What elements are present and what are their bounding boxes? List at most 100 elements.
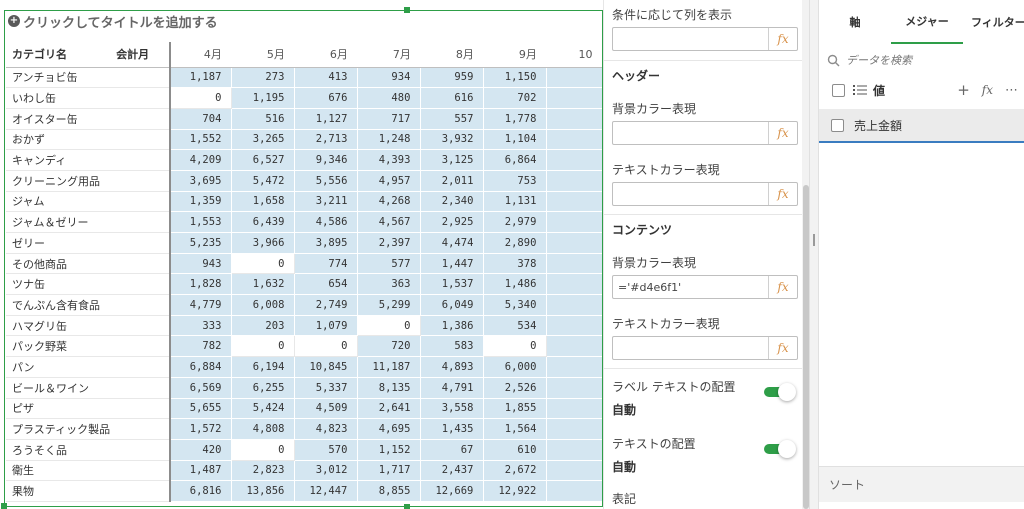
value-cell: 8,855 <box>357 480 422 502</box>
content-bg-color-field[interactable]: fx <box>612 275 798 299</box>
value-cell: 5,655 <box>169 398 233 420</box>
table-row: アンチョビ缶 1,187 273 413 934 959 1,150 <box>6 67 603 89</box>
column-header-month[interactable]: 9月 <box>483 42 547 68</box>
label-align-toggle[interactable] <box>764 383 798 401</box>
value-cell: 2,526 <box>483 377 548 399</box>
value-cell: 5,556 <box>294 170 359 192</box>
value-cell: 1,658 <box>231 191 296 213</box>
category-cell[interactable]: ビール＆ワイン <box>6 377 111 399</box>
column-header-month[interactable]: 8月 <box>420 42 484 68</box>
value-cell: 2,437 <box>420 460 485 482</box>
value-cell: 3,558 <box>420 398 485 420</box>
tab-measures[interactable]: メジャー <box>891 0 963 44</box>
sort-section[interactable]: ソート <box>819 466 1024 502</box>
category-cell[interactable]: 衛生 <box>6 460 111 482</box>
fx-icon[interactable]: fx <box>982 83 993 97</box>
toggle-knob <box>778 383 796 401</box>
value-cell: 1,152 <box>357 439 422 461</box>
field-search[interactable] <box>827 50 1017 70</box>
resize-handle-bottom-left[interactable] <box>1 503 7 509</box>
add-icon[interactable]: + <box>957 81 970 99</box>
category-cell[interactable]: いわし缶 <box>6 87 111 109</box>
header-text-color-field[interactable]: fx <box>612 182 798 206</box>
column-header-month[interactable]: 10 <box>546 42 603 68</box>
category-cell[interactable]: パック野菜 <box>6 335 111 358</box>
search-input[interactable] <box>846 53 1006 67</box>
value-cell: 1,195 <box>231 87 296 109</box>
list-icon <box>853 85 867 95</box>
category-cell[interactable]: ろうそく品 <box>6 439 111 461</box>
category-cell[interactable]: キャンディ <box>6 149 111 171</box>
category-cell[interactable]: おかず <box>6 129 111 151</box>
header-row: カテゴリ名 会計月 4月 5月 6月 7月 8月 9月 10 <box>6 42 603 68</box>
value-cell: 0 <box>294 335 359 358</box>
value-cell: 2,011 <box>420 170 485 192</box>
category-cell[interactable]: その他商品 <box>6 253 111 275</box>
fiscal-month-cell <box>110 398 171 420</box>
category-cell[interactable]: ツナ缶 <box>6 273 111 296</box>
category-cell[interactable]: ハマグリ缶 <box>6 315 111 337</box>
value-cell <box>546 398 603 420</box>
category-cell[interactable]: ジャム <box>6 191 111 213</box>
column-header-fiscal-month[interactable]: 会計月 <box>110 42 171 68</box>
value-cell: 5,340 <box>483 294 548 316</box>
category-cell[interactable]: プラスティック製品 <box>6 418 111 440</box>
column-header-month[interactable]: 6月 <box>294 42 358 68</box>
fx-button[interactable]: fx <box>768 122 797 144</box>
column-header-month[interactable]: 7月 <box>357 42 421 68</box>
values-checkbox[interactable] <box>832 83 845 97</box>
show-column-if-field[interactable]: fx <box>612 27 798 51</box>
resize-handle-top[interactable] <box>404 7 410 13</box>
value-cell: 6,008 <box>231 294 296 316</box>
category-cell[interactable]: 果物 <box>6 480 111 502</box>
category-cell[interactable]: オイスター缶 <box>6 108 111 130</box>
fx-button[interactable]: fx <box>768 183 797 205</box>
header-bg-color-field[interactable]: fx <box>612 121 798 145</box>
tab-filters[interactable]: フィルター <box>963 0 1024 44</box>
table-row: クリーニング用品 3,695 5,472 5,556 4,957 2,011 753 <box>6 170 603 192</box>
value-cell: 2,749 <box>294 294 359 316</box>
value-cell <box>546 439 603 461</box>
measure-item[interactable]: 売上金額 <box>819 109 1024 143</box>
fx-button[interactable]: fx <box>768 276 797 298</box>
tab-dimensions[interactable]: 軸 <box>819 0 891 44</box>
more-icon[interactable]: ⋯ <box>1005 83 1018 98</box>
category-cell[interactable]: でんぷん含有食品 <box>6 294 111 316</box>
content-text-color-field[interactable]: fx <box>612 336 798 360</box>
text-align-toggle[interactable] <box>764 440 798 458</box>
header-text-color-input[interactable] <box>613 183 768 205</box>
value-cell: 13,856 <box>231 480 296 502</box>
column-header-month[interactable]: 5月 <box>231 42 295 68</box>
measure-checkbox[interactable] <box>831 118 844 132</box>
add-title-button[interactable]: + クリックしてタイトルを追加する <box>8 12 218 31</box>
header-bg-color-input[interactable] <box>613 122 768 144</box>
value-cell: 5,235 <box>169 232 233 254</box>
resize-handle-bottom[interactable] <box>404 504 410 509</box>
content-bg-color-input[interactable] <box>613 276 768 298</box>
column-header-category[interactable]: カテゴリ名 <box>6 42 111 68</box>
value-cell: 12,922 <box>483 480 548 502</box>
notation-label: 表記 <box>612 492 637 506</box>
category-cell[interactable]: アンチョビ缶 <box>6 67 111 89</box>
value-cell: 0 <box>231 439 296 461</box>
category-cell[interactable]: ゼリー <box>6 232 111 254</box>
fx-button[interactable]: fx <box>768 337 797 359</box>
fx-button[interactable]: fx <box>768 28 797 50</box>
table-row: ジャム＆ゼリー 1,553 6,439 4,586 4,567 2,925 2,979 <box>6 211 603 233</box>
property-scrollbar[interactable] <box>802 0 809 509</box>
category-cell[interactable]: クリーニング用品 <box>6 170 111 192</box>
value-cell: 654 <box>294 273 359 296</box>
content-text-color-input[interactable] <box>613 337 768 359</box>
value-cell <box>546 460 603 482</box>
value-cell: 704 <box>169 108 233 130</box>
value-cell: 1,447 <box>420 253 485 275</box>
value-cell: 1,537 <box>420 273 485 296</box>
category-cell[interactable]: ピザ <box>6 398 111 420</box>
show-column-if-input[interactable] <box>613 28 768 50</box>
value-cell: 4,823 <box>294 418 359 440</box>
column-header-month[interactable]: 4月 <box>169 42 232 68</box>
panel-splitter[interactable] <box>809 0 819 509</box>
category-cell[interactable]: ジャム＆ゼリー <box>6 211 111 233</box>
table-object[interactable]: + クリックしてタイトルを追加する カテゴリ名 会計月 4月 5月 6月 7月 8月 9月 10… <box>0 0 603 509</box>
category-cell[interactable]: パン <box>6 356 111 378</box>
